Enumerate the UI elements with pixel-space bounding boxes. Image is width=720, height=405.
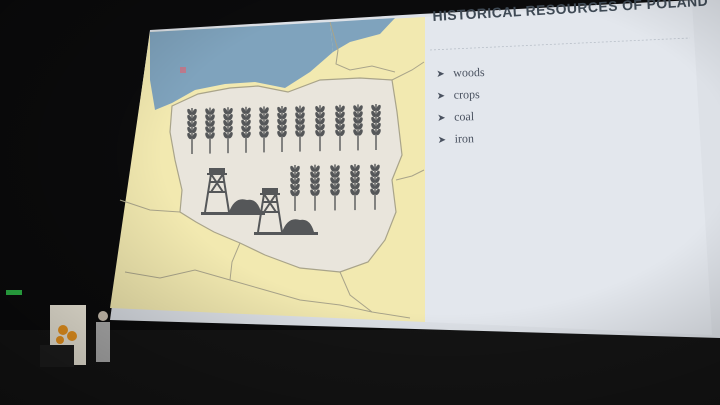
slide-text-panel bbox=[425, 2, 712, 335]
podium bbox=[40, 345, 74, 367]
island-marker bbox=[180, 67, 186, 73]
banner-logo bbox=[56, 336, 64, 344]
bullet-label: coal bbox=[454, 109, 475, 124]
arrow-bullet-icon: ➤ bbox=[436, 90, 446, 102]
map-of-poland bbox=[110, 17, 425, 322]
mine-base bbox=[254, 232, 318, 235]
bullet-label: iron bbox=[454, 131, 475, 146]
bullet-list: ➤ woods ➤ crops ➤ coal ➤ iron bbox=[436, 61, 486, 150]
banner-logo bbox=[58, 325, 68, 335]
mine-base bbox=[201, 212, 265, 215]
bullet-item: ➤ coal bbox=[437, 105, 486, 128]
arrow-bullet-icon: ➤ bbox=[437, 112, 446, 124]
banner-logo bbox=[67, 331, 77, 341]
presenter bbox=[96, 322, 110, 362]
arrow-bullet-icon: ➤ bbox=[437, 134, 447, 146]
bullet-label: crops bbox=[453, 87, 480, 102]
arrow-bullet-icon: ➤ bbox=[436, 68, 445, 80]
exit-sign bbox=[6, 290, 22, 295]
bullet-label: woods bbox=[453, 64, 485, 80]
bullet-item: ➤ iron bbox=[437, 127, 486, 150]
projection-scene bbox=[0, 0, 720, 405]
bullet-item: ➤ woods bbox=[436, 61, 485, 84]
bullet-item: ➤ crops bbox=[436, 83, 485, 106]
presenter-head bbox=[98, 311, 108, 321]
